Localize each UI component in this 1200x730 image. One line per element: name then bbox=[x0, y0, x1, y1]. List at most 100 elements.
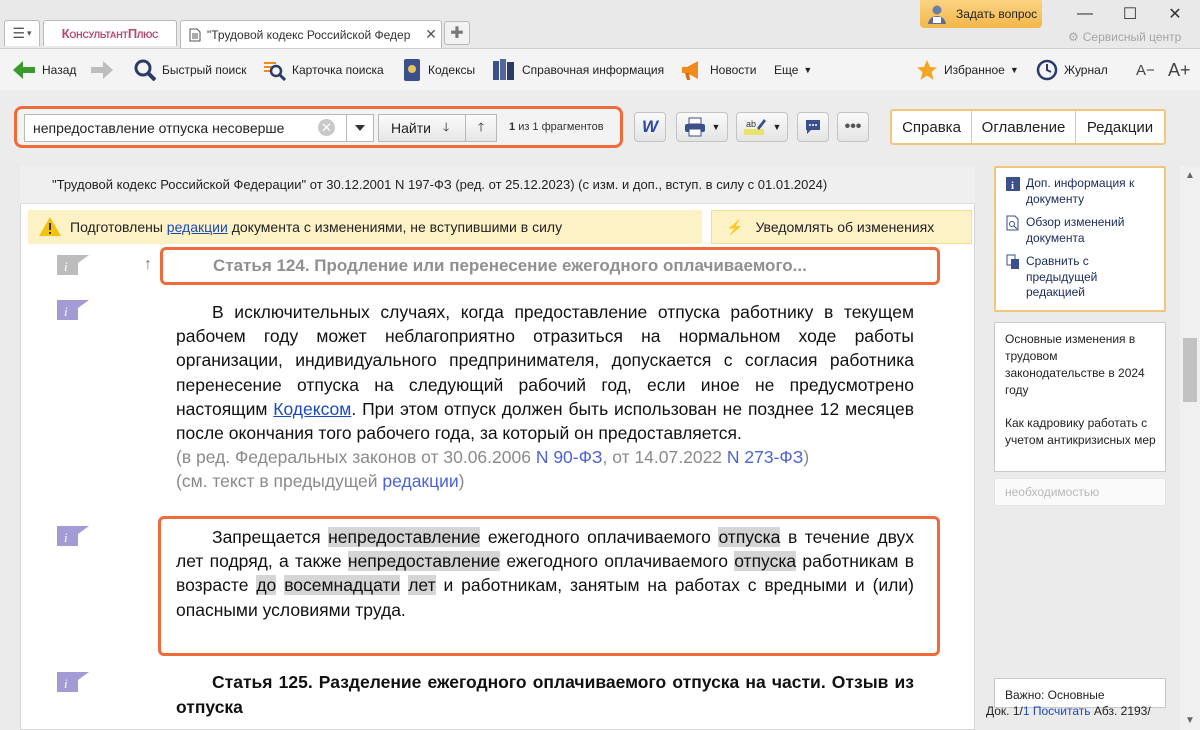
search-hit: восемнадцати bbox=[284, 575, 401, 596]
law-90-fz-link[interactable]: N 90-ФЗ bbox=[536, 447, 603, 467]
reference-info-button[interactable]: Справочная информация bbox=[492, 57, 664, 83]
close-tab-icon[interactable]: ✕ bbox=[421, 26, 441, 43]
fragments-text: из 1 фрагментов bbox=[518, 121, 604, 133]
main-toolbar: Назад Быстрый поиск Карточка поиска Коде… bbox=[0, 48, 1200, 90]
previous-edition-link[interactable]: редакции bbox=[382, 471, 458, 491]
document-info-panel: i Доп. информация к документу Обзор изме… bbox=[994, 166, 1166, 312]
chevron-down-icon: ▼ bbox=[803, 65, 813, 75]
svg-text:ab: ab bbox=[746, 119, 756, 129]
search-icon bbox=[134, 59, 156, 81]
megaphone-icon bbox=[682, 61, 698, 80]
service-center-label: Сервисный центр bbox=[1082, 30, 1182, 44]
info-icon[interactable]: i bbox=[56, 299, 90, 321]
search-card-icon bbox=[264, 62, 286, 81]
compare-editions-link[interactable]: Сравнить с предыдущей редакцией bbox=[1006, 254, 1146, 301]
app-logo: КонсультантПлюс bbox=[61, 26, 159, 41]
notify-changes-button[interactable]: ⚡ Уведомлять об изменениях bbox=[711, 210, 972, 244]
notify-label: Уведомлять об изменениях bbox=[755, 219, 935, 235]
search-history-dropdown[interactable] bbox=[346, 114, 374, 142]
journal-button[interactable]: Журнал bbox=[1036, 57, 1108, 83]
ellipsis-icon: ••• bbox=[844, 118, 862, 135]
chevron-down-icon: ▼ bbox=[1009, 65, 1019, 75]
close-window-button[interactable]: ✕ bbox=[1160, 4, 1190, 24]
scroll-to-top-icon[interactable]: ↑ bbox=[144, 256, 152, 274]
search-hit: до bbox=[256, 575, 277, 596]
compare-editions-label: Сравнить с предыдущей редакцией bbox=[1026, 254, 1098, 299]
codex-link[interactable]: Кодексом bbox=[273, 399, 351, 419]
codes-button[interactable]: Кодексы bbox=[402, 57, 475, 83]
export-word-button[interactable]: W bbox=[634, 112, 666, 142]
print-button[interactable]: ▼ bbox=[676, 112, 728, 142]
document-tab[interactable]: "Трудовой кодекс Российской Федер ✕ bbox=[180, 20, 442, 48]
favorites-label: Избранное bbox=[944, 63, 1005, 77]
scroll-down-icon[interactable]: ▼ bbox=[1185, 715, 1195, 726]
paragraph-prohibition: Запрещается непредоставление ежегодного … bbox=[176, 525, 914, 622]
more-menu-button[interactable]: Еще ▼ bbox=[774, 57, 812, 83]
find-next-button[interactable]: Найти 🡓 bbox=[378, 114, 466, 142]
vertical-scrollbar[interactable] bbox=[1180, 166, 1200, 730]
ask-question-button[interactable]: Задать вопрос bbox=[920, 0, 1042, 28]
maximize-button[interactable]: ☐ bbox=[1115, 4, 1145, 24]
news-button[interactable]: Новости bbox=[680, 57, 756, 83]
help-button[interactable]: Справка bbox=[892, 111, 972, 143]
search-hit: отпуска bbox=[734, 551, 797, 572]
find-previous-button[interactable]: 🡑 bbox=[466, 114, 497, 142]
favorites-button[interactable]: Избранное ▼ bbox=[916, 57, 1019, 83]
info-icon[interactable]: i bbox=[56, 525, 90, 547]
more-actions-button[interactable]: ••• bbox=[837, 112, 869, 142]
back-button[interactable]: Назад bbox=[12, 57, 76, 83]
revisions-link[interactable]: редакции bbox=[167, 219, 228, 235]
highlight-text-button[interactable]: ab ▼ bbox=[736, 112, 788, 142]
news-link[interactable]: Основные изменения в трудовом законодате… bbox=[1005, 331, 1157, 399]
previous-edition-note: (см. текст в предыдущей редакции) bbox=[176, 471, 465, 492]
scrollbar-thumb[interactable] bbox=[1183, 338, 1197, 402]
search-card-button[interactable]: Карточка поиска bbox=[262, 57, 384, 83]
logo-tab[interactable]: КонсультантПлюс bbox=[43, 20, 177, 46]
minimize-button[interactable]: — bbox=[1070, 4, 1100, 24]
info-icon[interactable]: i bbox=[56, 254, 90, 276]
lightning-icon: ⚡ bbox=[726, 218, 744, 235]
font-increase-button[interactable]: A+ bbox=[1168, 57, 1191, 83]
count-documents-link[interactable]: 1 Посчитать bbox=[1023, 704, 1091, 718]
scroll-up-icon[interactable]: ▲ bbox=[1185, 170, 1195, 181]
search-input[interactable]: непредоставление отпуска несоверше bbox=[24, 114, 346, 142]
contents-button[interactable]: Оглавление bbox=[972, 111, 1076, 143]
arrow-left-icon bbox=[13, 61, 35, 79]
find-label: Найти bbox=[391, 120, 431, 136]
svg-text:i: i bbox=[64, 676, 68, 691]
service-center-link[interactable]: ⚙ Сервисный центр bbox=[1068, 30, 1181, 44]
clear-search-icon[interactable]: ✕ bbox=[318, 119, 335, 136]
books-icon bbox=[493, 59, 514, 80]
news-link[interactable]: Как кадровику работать с учетом антикриз… bbox=[1005, 415, 1157, 449]
main-menu-button[interactable]: ☰ ▾ bbox=[4, 20, 40, 46]
star-icon bbox=[917, 60, 937, 80]
font-decrease-button[interactable]: A− bbox=[1136, 57, 1155, 83]
notice-text: Подготовлены редакции документа с измене… bbox=[70, 219, 563, 235]
svg-text:i: i bbox=[64, 304, 68, 319]
speech-bubble-icon bbox=[806, 120, 820, 134]
info-icon[interactable]: i bbox=[56, 671, 90, 693]
revisions-notice: Подготовлены редакции документа с измене… bbox=[28, 210, 702, 244]
more-label: Еще bbox=[774, 63, 799, 77]
quick-search-button[interactable]: Быстрый поиск bbox=[134, 57, 246, 83]
comment-button[interactable] bbox=[797, 112, 829, 142]
journal-label: Журнал bbox=[1064, 63, 1108, 77]
doc-info-label: Доп. информация к документу bbox=[1026, 176, 1135, 206]
chevron-down-icon: ▼ bbox=[711, 122, 721, 132]
codes-label: Кодексы bbox=[428, 63, 476, 77]
law-273-fz-link[interactable]: N 273-ФЗ bbox=[727, 447, 803, 467]
arrow-down-icon: 🡓 bbox=[442, 119, 450, 134]
consultant-avatar-icon bbox=[928, 5, 946, 24]
doc-info-link[interactable]: i Доп. информация к документу bbox=[1006, 176, 1164, 207]
news-panel: Основные изменения в трудовом законодате… bbox=[994, 322, 1166, 472]
changes-review-label: Обзор изменений документа bbox=[1026, 215, 1125, 245]
changes-review-link[interactable]: Обзор изменений документа bbox=[1006, 215, 1164, 246]
chevron-down-icon: ▼ bbox=[772, 122, 782, 132]
add-tab-button[interactable]: ✚ bbox=[444, 21, 470, 45]
history-clock-icon bbox=[1036, 59, 1058, 81]
warning-icon bbox=[39, 217, 61, 236]
article-124-title[interactable]: Статья 124. Продление или перенесение еж… bbox=[160, 247, 940, 285]
forward-button[interactable] bbox=[90, 57, 120, 83]
codex-book-icon bbox=[404, 59, 420, 81]
revisions-button[interactable]: Редакции bbox=[1076, 111, 1164, 143]
